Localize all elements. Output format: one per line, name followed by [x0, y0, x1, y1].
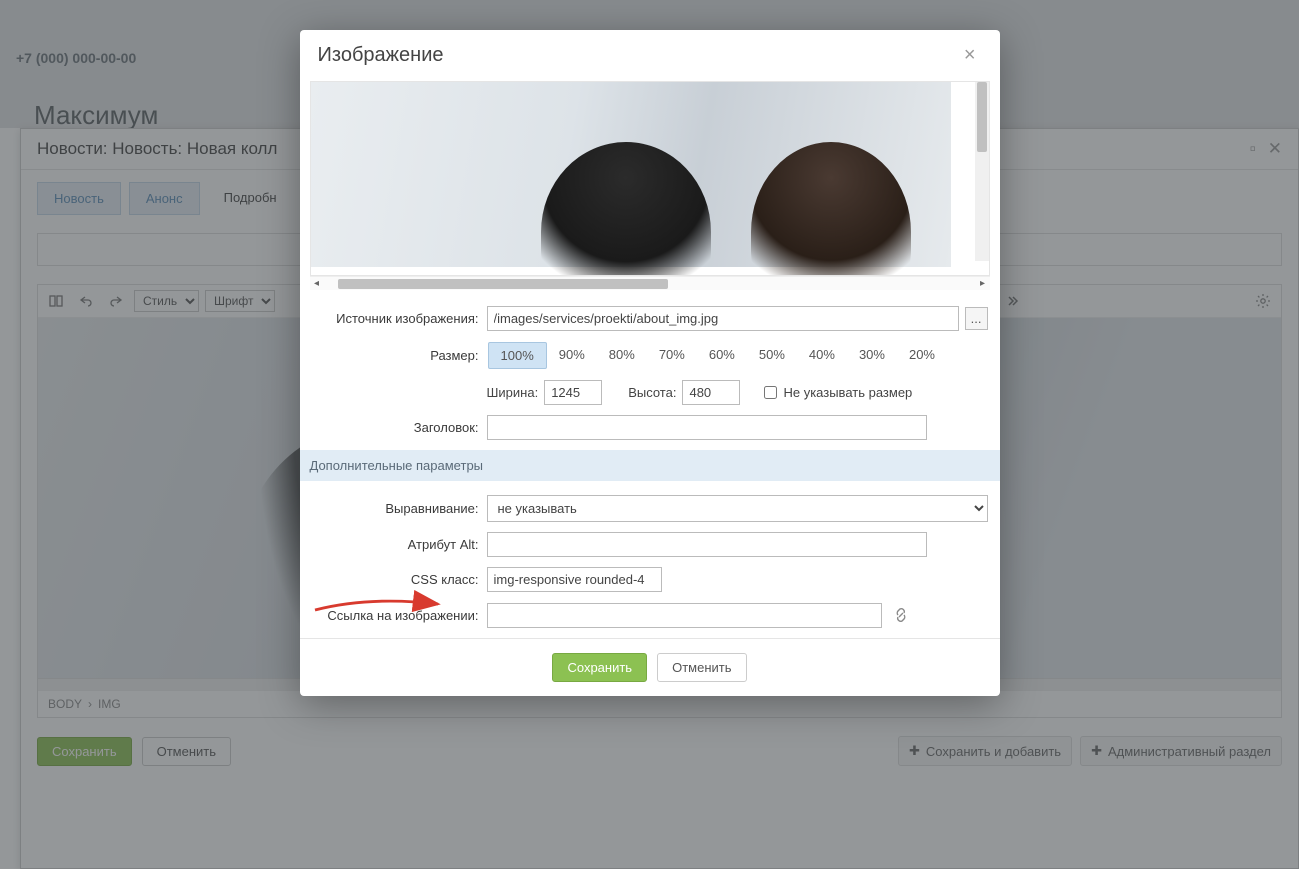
align-select[interactable]: не указывать — [487, 495, 988, 522]
modal-overlay: Изображение × ◂ ▸ Источник изображения: … — [0, 0, 1299, 869]
size-tab-80[interactable]: 80% — [597, 342, 647, 369]
header-label: Заголовок: — [312, 420, 487, 435]
browse-button[interactable]: ... — [965, 307, 988, 330]
image-preview — [311, 82, 951, 267]
align-label: Выравнивание: — [312, 501, 487, 516]
link-icon[interactable] — [888, 602, 914, 628]
link-input[interactable] — [487, 603, 882, 628]
close-icon[interactable]: × — [958, 44, 982, 67]
modal-cancel-button[interactable]: Отменить — [657, 653, 746, 682]
modal-header: Изображение × — [300, 30, 1000, 81]
width-input[interactable] — [544, 380, 602, 405]
alt-input[interactable] — [487, 532, 927, 557]
css-class-input[interactable] — [487, 567, 662, 592]
size-tab-30[interactable]: 30% — [847, 342, 897, 369]
size-tab-100[interactable]: 100% — [488, 342, 547, 369]
header-input[interactable] — [487, 415, 927, 440]
no-size-checkbox[interactable] — [764, 386, 777, 399]
css-label: CSS класс: — [312, 572, 487, 587]
size-tab-70[interactable]: 70% — [647, 342, 697, 369]
modal-title: Изображение — [318, 44, 444, 67]
no-size-label: Не указывать размер — [783, 385, 912, 400]
source-input[interactable] — [487, 306, 959, 331]
extra-params-header: Дополнительные параметры — [300, 450, 1000, 481]
source-label: Источник изображения: — [312, 311, 487, 326]
size-tab-90[interactable]: 90% — [547, 342, 597, 369]
size-tab-40[interactable]: 40% — [797, 342, 847, 369]
width-label: Ширина: — [487, 385, 539, 400]
image-preview-box — [310, 81, 990, 276]
size-tab-20[interactable]: 20% — [897, 342, 947, 369]
link-label: Ссылка на изображении: — [312, 608, 487, 623]
size-tabs: 100%90%80%70%60%50%40%30%20% — [487, 341, 949, 370]
height-input[interactable] — [682, 380, 740, 405]
modal-save-button[interactable]: Сохранить — [552, 653, 647, 682]
modal-footer: Сохранить Отменить — [300, 638, 1000, 696]
preview-v-scrollbar[interactable] — [975, 82, 989, 261]
size-label: Размер: — [312, 348, 487, 363]
image-modal: Изображение × ◂ ▸ Источник изображения: … — [300, 30, 1000, 696]
scroll-right-icon[interactable]: ▸ — [976, 277, 990, 291]
size-tab-60[interactable]: 60% — [697, 342, 747, 369]
modal-body: Источник изображения: ... Размер: 100%90… — [300, 294, 1000, 628]
alt-label: Атрибут Alt: — [312, 537, 487, 552]
height-label: Высота: — [628, 385, 676, 400]
scroll-left-icon[interactable]: ◂ — [310, 277, 324, 291]
size-tab-50[interactable]: 50% — [747, 342, 797, 369]
preview-h-scrollbar[interactable]: ◂ ▸ — [310, 276, 990, 290]
